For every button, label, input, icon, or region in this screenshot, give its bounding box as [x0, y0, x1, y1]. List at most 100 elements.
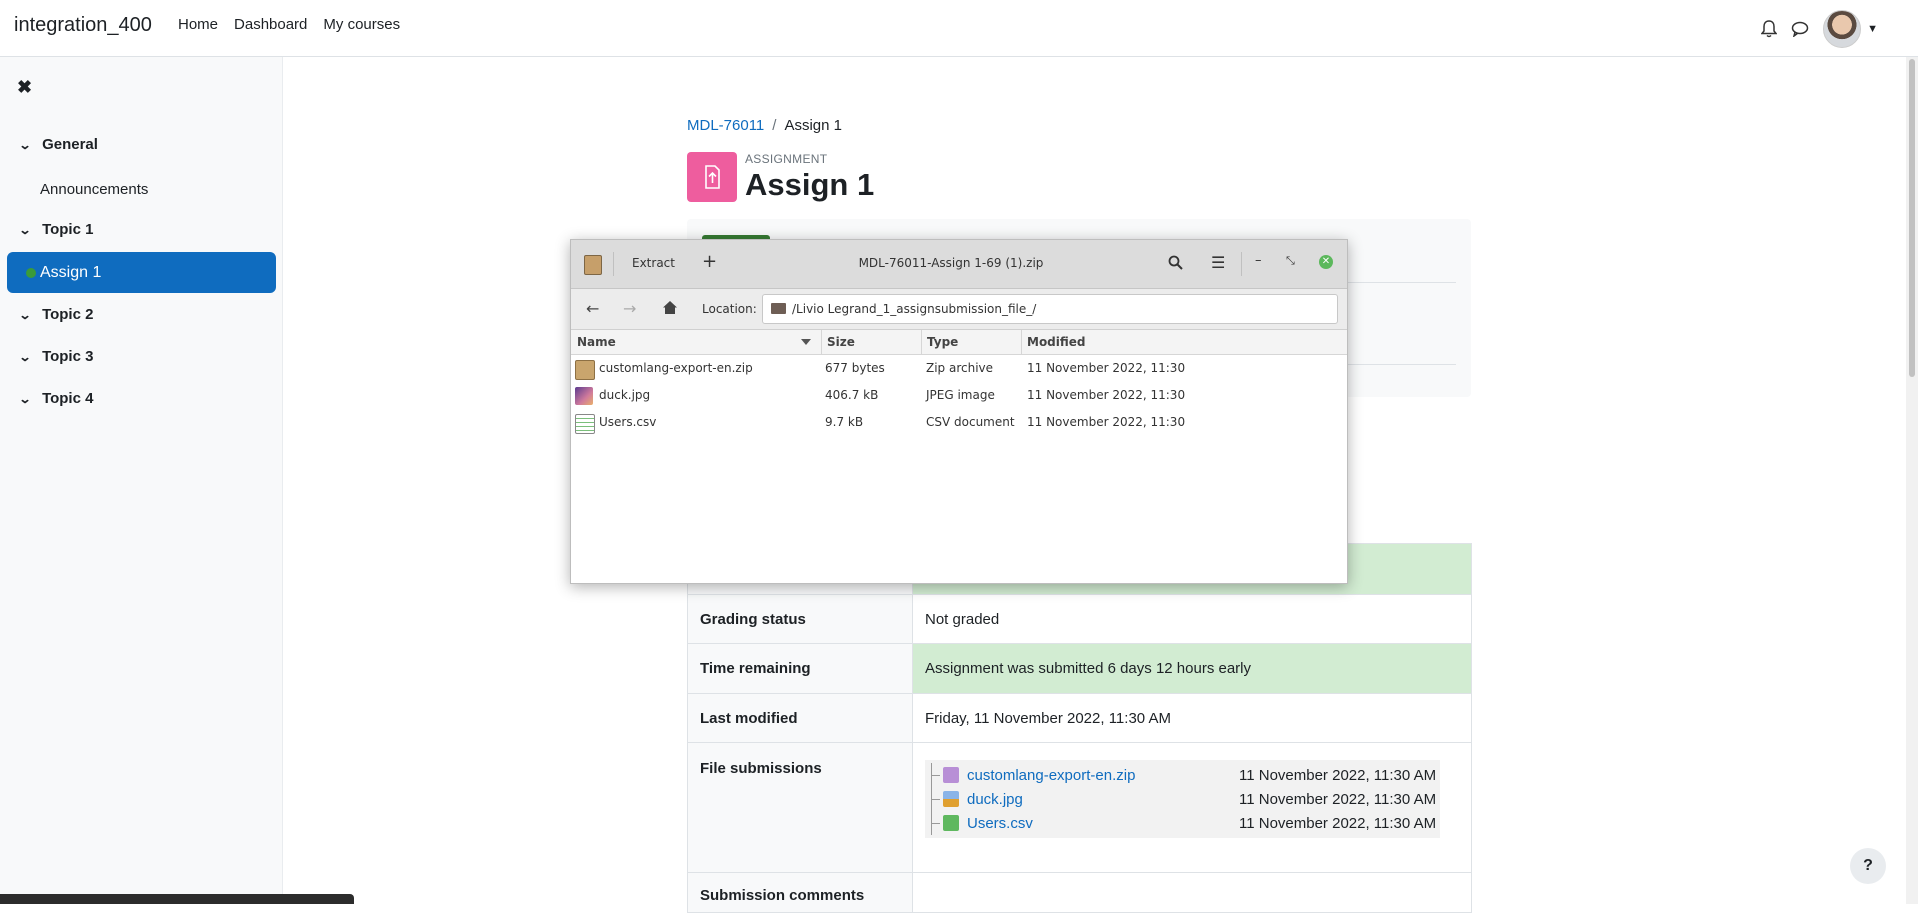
nav-link-home[interactable]: Home: [178, 16, 218, 33]
table-row: Time remaining Assignment was submitted …: [687, 643, 1472, 694]
home-icon[interactable]: [662, 300, 678, 318]
minimize-icon[interactable]: –: [1255, 253, 1262, 268]
nav-link-dashboard[interactable]: Dashboard: [234, 16, 307, 33]
browser-status-bar: [0, 894, 354, 904]
chevron-down-icon[interactable]: ⌄: [18, 223, 31, 237]
row-label: File submissions: [687, 742, 913, 873]
help-button[interactable]: ?: [1850, 848, 1886, 884]
breadcrumb: MDL-76011 / Assign 1: [687, 117, 842, 134]
hamburger-menu-icon[interactable]: ☰: [1211, 253, 1225, 272]
sort-descending-icon[interactable]: [801, 339, 811, 345]
image-icon: [943, 791, 959, 807]
table-row: Last modified Friday, 11 November 2022, …: [687, 693, 1472, 743]
nav-link-my-courses[interactable]: My courses: [323, 16, 400, 33]
course-index-item-assign-1[interactable]: Assign 1: [7, 252, 276, 293]
close-drawer-icon[interactable]: ✖: [17, 77, 32, 98]
activity-type-label: ASSIGNMENT: [745, 152, 828, 166]
file-list-header: Name Size Type Modified: [571, 330, 1347, 355]
archive-file-row[interactable]: customlang-export-en.zip 677 bytes Zip a…: [571, 355, 1347, 382]
column-header-modified[interactable]: Modified: [1027, 335, 1086, 349]
spreadsheet-file-icon: [575, 414, 595, 434]
course-section-topic-3[interactable]: ⌄ Topic 3: [18, 348, 93, 365]
close-icon[interactable]: ✕: [1319, 255, 1333, 269]
course-section-topic-2[interactable]: ⌄ Topic 2: [18, 306, 93, 323]
tree-connector: [931, 811, 943, 835]
file-type: Zip archive: [926, 361, 994, 375]
forward-arrow-icon[interactable]: →: [623, 299, 636, 318]
file-type: CSV document: [926, 415, 1015, 429]
file-size: 677 bytes: [825, 361, 885, 375]
user-menu-chevron-down-icon[interactable]: ▼: [1867, 23, 1878, 35]
course-index-item-label: Assign 1: [40, 263, 102, 281]
column-header-name[interactable]: Name: [577, 335, 616, 349]
chevron-down-icon[interactable]: ⌄: [18, 308, 31, 322]
breadcrumb-current: Assign 1: [784, 117, 842, 134]
time-remaining-value: Assignment was submitted 6 days 12 hours…: [912, 643, 1472, 694]
column-header-size[interactable]: Size: [827, 335, 855, 349]
file-submissions-tree: customlang-export-en.zip 11 November 202…: [925, 760, 1440, 838]
row-label: Grading status: [687, 594, 913, 644]
file-name: Users.csv: [599, 415, 657, 429]
archive-file-row[interactable]: duck.jpg 406.7 kB JPEG image 11 November…: [571, 382, 1347, 409]
chevron-down-icon[interactable]: ⌄: [18, 138, 31, 152]
course-index-item-announcements[interactable]: Announcements: [40, 181, 148, 198]
file-date: 11 November 2022, 11:30 AM: [1239, 814, 1437, 832]
row-label: Submission comments: [687, 872, 913, 913]
location-path: /Livio Legrand_1_assignsubmission_file_/: [792, 302, 1037, 316]
location-label: Location:: [702, 302, 757, 316]
course-section-topic-4[interactable]: ⌄ Topic 4: [18, 390, 93, 407]
file-name: customlang-export-en.zip: [599, 361, 753, 375]
submission-status-table: Grading status Not graded Time remaining…: [687, 543, 1472, 913]
scrollbar-thumb[interactable]: [1909, 59, 1915, 377]
course-section-general[interactable]: ⌄ General: [18, 136, 98, 153]
section-label[interactable]: Topic 1: [42, 221, 93, 238]
list-item: customlang-export-en.zip 11 November 202…: [925, 763, 1440, 787]
list-item: duck.jpg 11 November 2022, 11:30 AM: [925, 787, 1440, 811]
section-label[interactable]: Topic 4: [42, 390, 93, 407]
toolbar-separator: [1241, 252, 1242, 276]
archive-manager-window: Extract + MDL-76011-Assign 1-69 (1).zip …: [570, 239, 1348, 584]
top-navbar: integration_400 Home Dashboard My course…: [0, 0, 1918, 57]
section-label[interactable]: General: [42, 136, 98, 153]
column-separator[interactable]: [1021, 330, 1022, 354]
toolbar-separator: [613, 252, 614, 276]
section-label[interactable]: Topic 2: [42, 306, 93, 323]
file-link[interactable]: customlang-export-en.zip: [967, 767, 1239, 784]
submission-comments-value: [912, 872, 1472, 913]
last-modified-value: Friday, 11 November 2022, 11:30 AM: [912, 693, 1472, 743]
search-icon[interactable]: [1168, 255, 1183, 273]
table-row: Submission comments: [687, 872, 1472, 913]
column-separator[interactable]: [921, 330, 922, 354]
page-scrollbar[interactable]: [1906, 57, 1918, 904]
notifications-bell-icon[interactable]: [1761, 20, 1778, 38]
table-row: File submissions customlang-export-en.zi…: [687, 742, 1472, 873]
add-files-button[interactable]: +: [702, 251, 717, 272]
site-name[interactable]: integration_400: [14, 14, 152, 37]
image-file-icon: [575, 387, 593, 405]
archive-file-row[interactable]: Users.csv 9.7 kB CSV document 11 Novembe…: [571, 409, 1347, 436]
location-path-field[interactable]: /Livio Legrand_1_assignsubmission_file_/: [762, 294, 1338, 324]
column-separator[interactable]: [821, 330, 822, 354]
chevron-down-icon[interactable]: ⌄: [18, 350, 31, 364]
messages-chat-icon[interactable]: [1791, 21, 1809, 37]
maximize-icon[interactable]: ⤡: [1286, 254, 1295, 268]
course-section-topic-1[interactable]: ⌄ Topic 1: [18, 221, 93, 238]
breadcrumb-course-link[interactable]: MDL-76011: [687, 117, 764, 134]
section-label[interactable]: Topic 3: [42, 348, 93, 365]
user-navigation: ▼: [1761, 10, 1878, 48]
file-name: duck.jpg: [599, 388, 651, 402]
user-avatar[interactable]: [1823, 10, 1862, 48]
window-title: MDL-76011-Assign 1-69 (1).zip: [858, 256, 1044, 270]
breadcrumb-separator: /: [772, 117, 777, 134]
row-label: Time remaining: [687, 643, 913, 694]
file-link[interactable]: Users.csv: [967, 815, 1239, 832]
file-link[interactable]: duck.jpg: [967, 791, 1239, 808]
back-arrow-icon[interactable]: ←: [586, 299, 599, 318]
extract-button[interactable]: Extract: [632, 256, 675, 270]
tree-connector: [931, 763, 943, 787]
chevron-down-icon[interactable]: ⌄: [18, 392, 31, 406]
window-titlebar[interactable]: Extract + MDL-76011-Assign 1-69 (1).zip …: [571, 240, 1347, 289]
assignment-icon: [687, 152, 737, 202]
column-header-type[interactable]: Type: [927, 335, 958, 349]
list-item: Users.csv 11 November 2022, 11:30 AM: [925, 811, 1440, 835]
